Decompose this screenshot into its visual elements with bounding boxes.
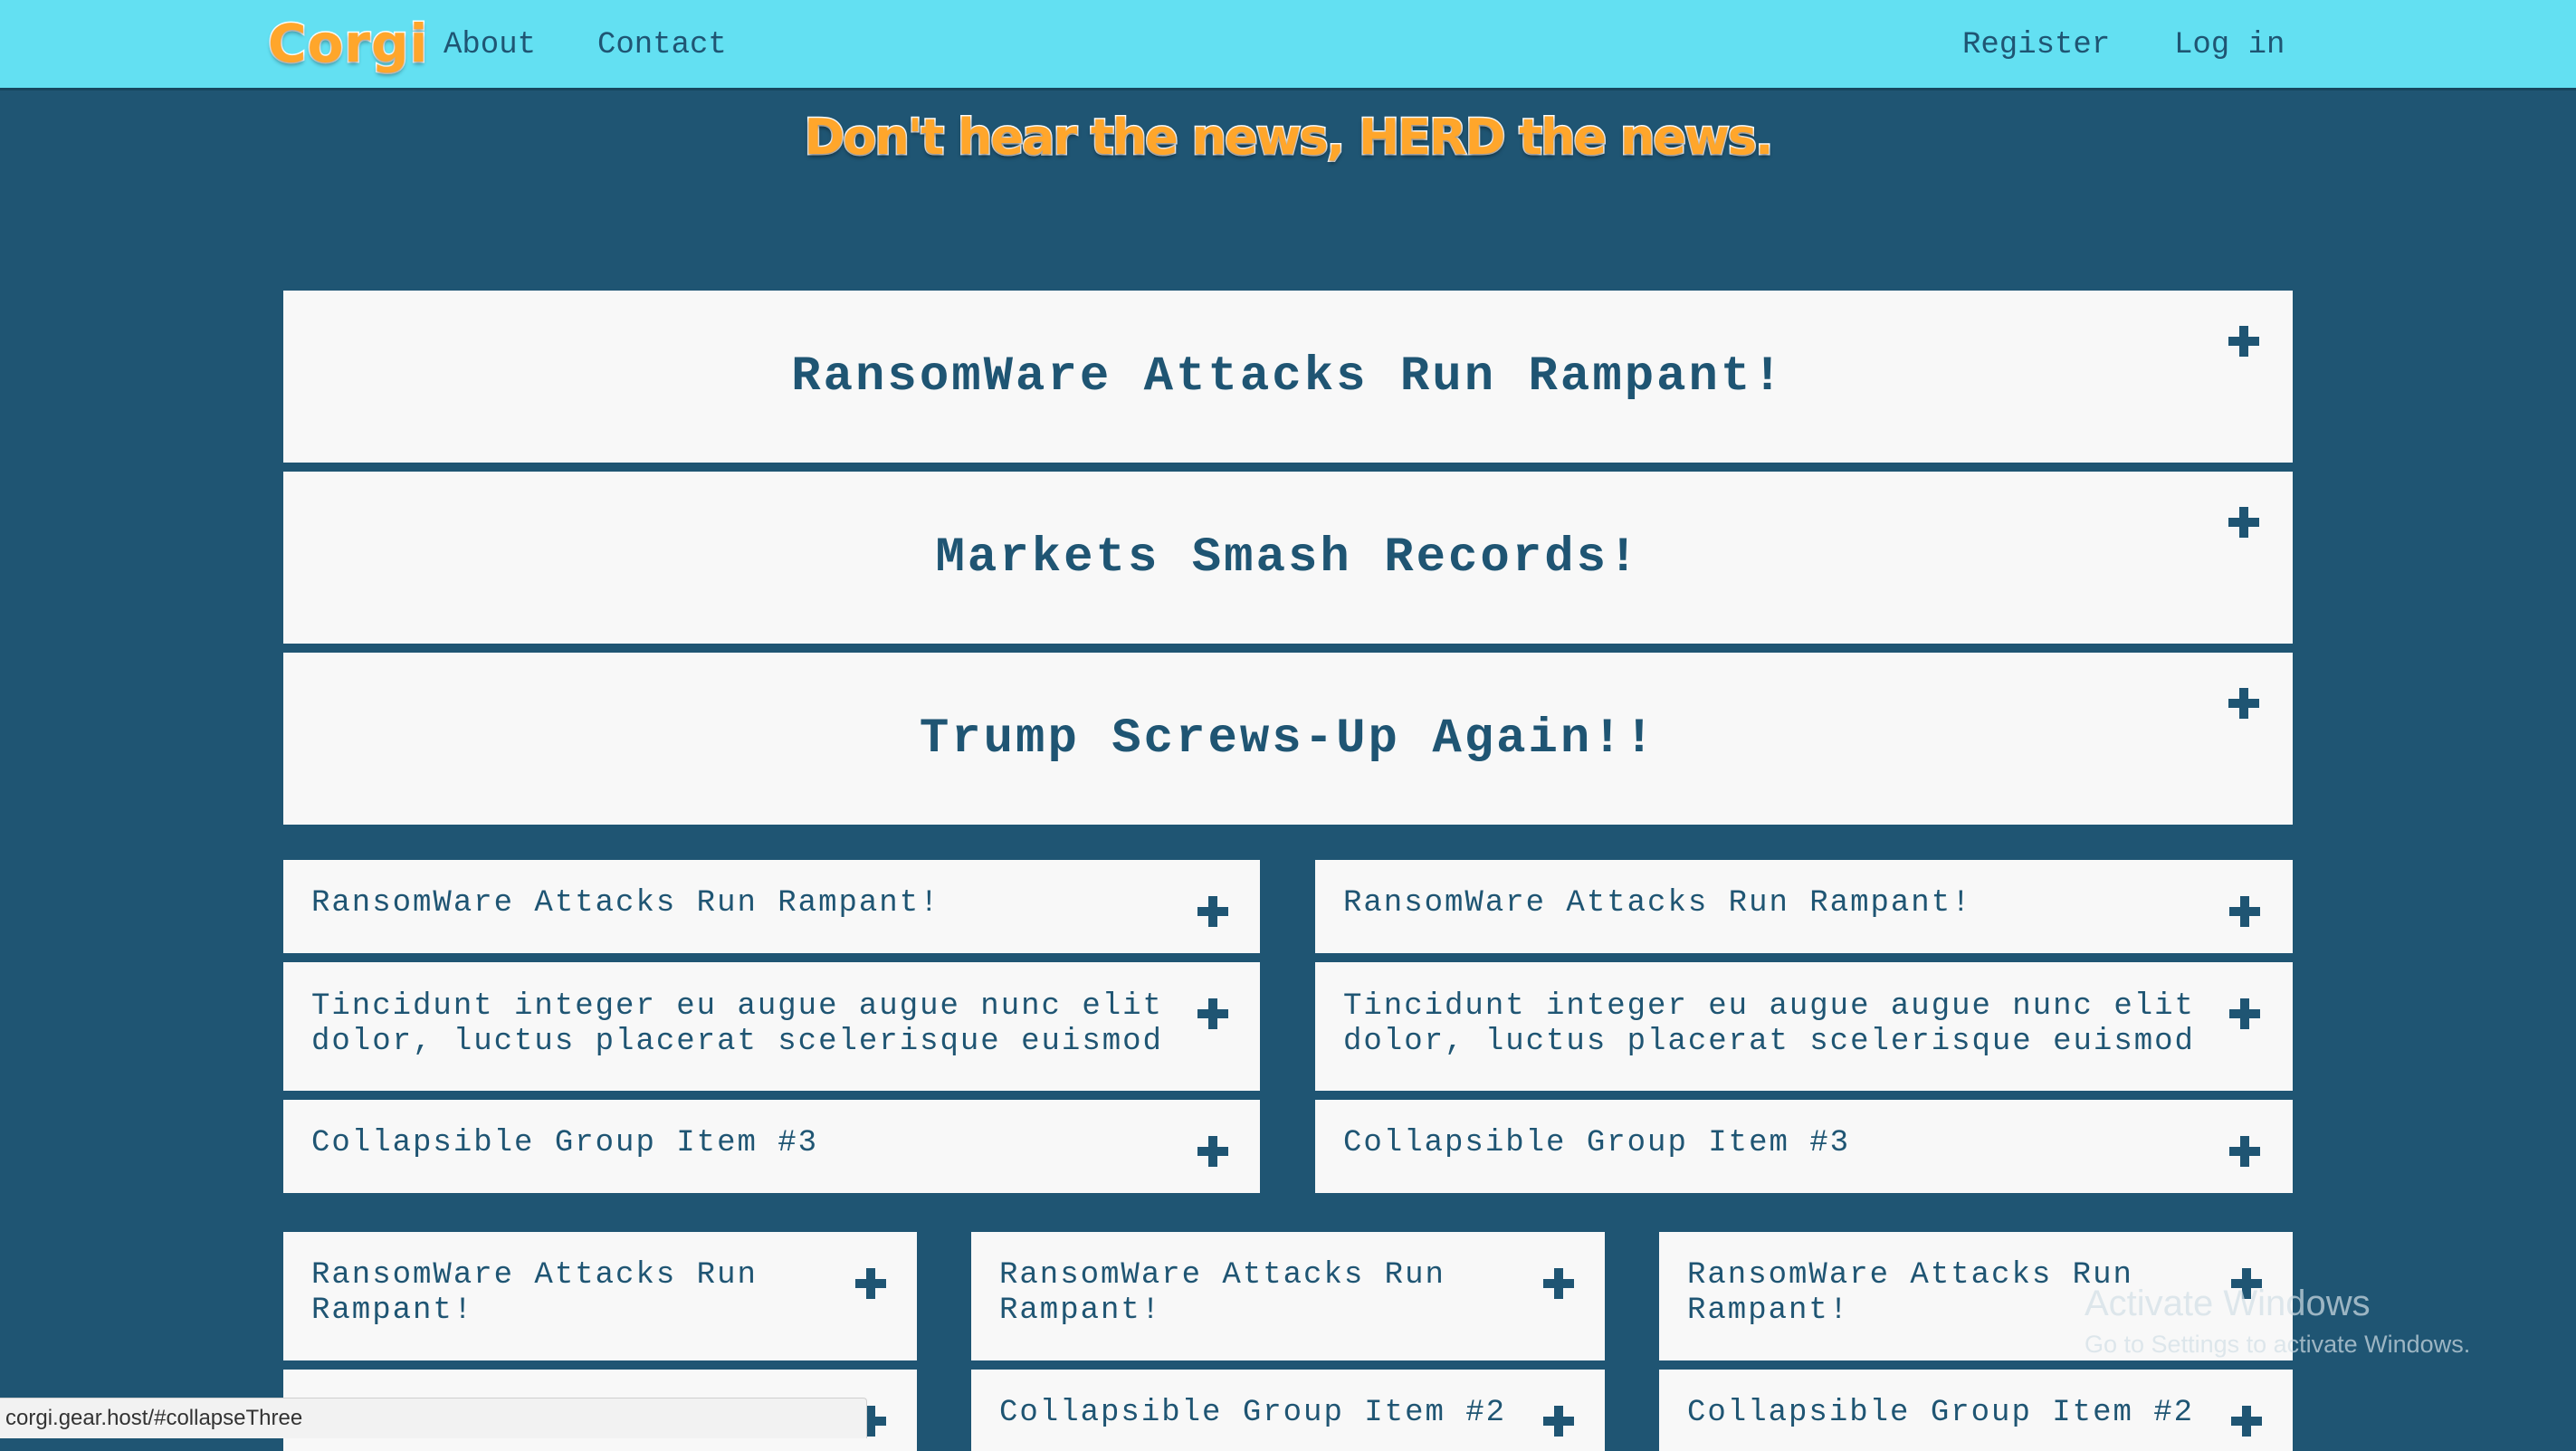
headline-title: Trump Screws-Up Again!! <box>919 711 1657 767</box>
plus-icon[interactable] <box>2228 688 2259 719</box>
accordion-item-title: Collapsible Group Item #2 <box>1687 1396 2195 1430</box>
activate-windows-subtitle: Go to Settings to activate Windows. <box>2085 1331 2471 1358</box>
plus-icon[interactable] <box>2231 1406 2262 1437</box>
accordion-left-item-2[interactable]: Tincidunt integer eu augue augue nunc el… <box>283 962 1260 1091</box>
accordion-item-title: RansomWare Attacks Run Rampant! <box>999 1258 1445 1328</box>
headline-title: Markets Smash Records! <box>935 530 1641 586</box>
accordion-col2-item-1[interactable]: RansomWare Attacks Run Rampant! <box>971 1232 1605 1360</box>
nav-login-link[interactable]: Log in <box>2174 20 2285 71</box>
accordion-item-title: RansomWare Attacks Run Rampant! <box>311 886 940 921</box>
accordion-left-item-3[interactable]: Collapsible Group Item #3 <box>283 1100 1260 1193</box>
accordion-item-title: Tincidunt integer eu augue augue nunc el… <box>311 989 1163 1059</box>
accordion-item-title: Tincidunt integer eu augue augue nunc el… <box>1343 989 2195 1059</box>
plus-icon[interactable] <box>2228 507 2259 538</box>
plus-icon[interactable] <box>2229 1136 2260 1167</box>
headline-card-1[interactable]: RansomWare Attacks Run Rampant! <box>283 291 2293 463</box>
accordion-item-title: RansomWare Attacks Run Rampant! <box>311 1258 758 1328</box>
plus-icon[interactable] <box>1197 1136 1228 1167</box>
tagline: Don't hear the news, HERD the news. <box>803 108 1775 167</box>
plus-icon[interactable] <box>2229 896 2260 927</box>
plus-icon[interactable] <box>1543 1406 1574 1437</box>
headline-title: RansomWare Attacks Run Rampant! <box>791 348 1785 405</box>
accordion-item-title: Collapsible Group Item #3 <box>1343 1126 1851 1160</box>
accordion-item-title: RansomWare Attacks Run Rampant! <box>1343 886 1972 921</box>
accordion-item-title: Collapsible Group Item #3 <box>311 1126 819 1160</box>
plus-icon[interactable] <box>855 1268 886 1299</box>
activate-windows-title: Activate Windows <box>2085 1284 2371 1323</box>
accordion-right-item-2[interactable]: Tincidunt integer eu augue augue nunc el… <box>1315 962 2293 1091</box>
plus-icon[interactable] <box>2228 326 2259 357</box>
plus-icon[interactable] <box>1197 998 1228 1029</box>
accordion-col3-item-2[interactable]: Collapsible Group Item #2 <box>1659 1370 2293 1451</box>
accordion-right-item-3[interactable]: Collapsible Group Item #3 <box>1315 1100 2293 1193</box>
plus-icon[interactable] <box>1543 1268 1574 1299</box>
nav-register-link[interactable]: Register <box>1962 20 2110 71</box>
navbar: Corgi About Contact Register Log in <box>0 0 2576 91</box>
status-bar-url: corgi.gear.host/#collapseThree <box>0 1398 867 1438</box>
corgi-logo[interactable]: Corgi <box>266 7 428 80</box>
accordion-col2-item-2[interactable]: Collapsible Group Item #2 <box>971 1370 1605 1451</box>
headline-card-2[interactable]: Markets Smash Records! <box>283 472 2293 644</box>
nav-about-link[interactable]: About <box>444 20 536 71</box>
plus-icon[interactable] <box>1197 896 1228 927</box>
accordion-col1-item-1[interactable]: RansomWare Attacks Run Rampant! <box>283 1232 917 1360</box>
plus-icon[interactable] <box>2229 998 2260 1029</box>
activate-windows-watermark: Activate Windows Go to Settings to activ… <box>2085 1281 2470 1362</box>
accordion-item-title: Collapsible Group Item #2 <box>999 1396 1507 1430</box>
accordion-left-item-1[interactable]: RansomWare Attacks Run Rampant! <box>283 860 1260 953</box>
accordion-right-item-1[interactable]: RansomWare Attacks Run Rampant! <box>1315 860 2293 953</box>
nav-contact-link[interactable]: Contact <box>597 20 727 71</box>
headline-card-3[interactable]: Trump Screws-Up Again!! <box>283 653 2293 825</box>
